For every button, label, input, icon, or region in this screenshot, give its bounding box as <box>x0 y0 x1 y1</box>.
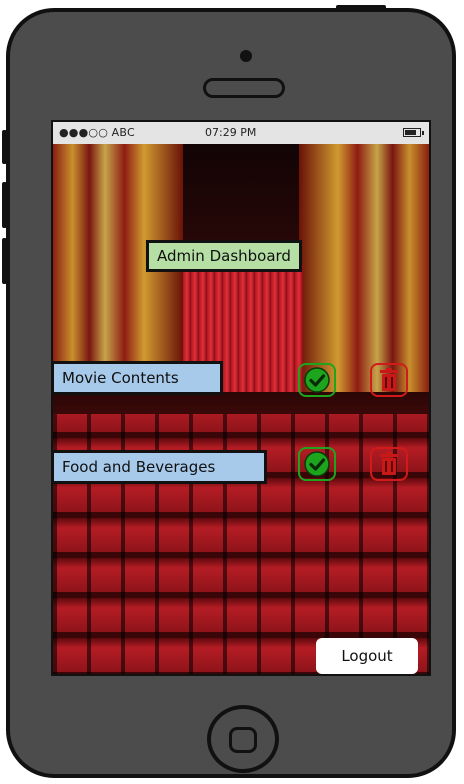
check-circle-icon <box>304 451 330 477</box>
volume-down-button <box>2 238 7 284</box>
delete-movie-contents-button[interactable] <box>370 363 408 397</box>
carrier-signal: ●●●○○ ABC <box>59 126 135 139</box>
home-button[interactable] <box>207 705 279 773</box>
check-circle-icon <box>304 367 330 393</box>
phone-screen: ●●●○○ ABC 07:29 PM <box>51 120 431 676</box>
trash-icon <box>380 452 398 475</box>
earpiece-speaker <box>203 78 285 98</box>
page-title-text: Admin Dashboard <box>157 247 291 265</box>
logout-button[interactable]: Logout <box>316 638 418 674</box>
section-label-text: Movie Contents <box>62 369 179 387</box>
approve-food-and-beverages-button[interactable] <box>298 447 336 481</box>
status-bar: ●●●○○ ABC 07:29 PM <box>53 122 429 145</box>
theater-background-image <box>53 144 429 674</box>
trash-icon <box>380 368 398 391</box>
status-time: 07:29 PM <box>205 126 257 139</box>
delete-food-and-beverages-button[interactable] <box>370 447 408 481</box>
power-button <box>336 5 386 10</box>
home-button-icon <box>229 727 257 753</box>
battery-icon <box>403 128 424 137</box>
approve-movie-contents-button[interactable] <box>298 363 336 397</box>
section-label-movie-contents[interactable]: Movie Contents <box>51 361 223 395</box>
section-label-text: Food and Beverages <box>62 458 216 476</box>
section-label-food-and-beverages[interactable]: Food and Beverages <box>51 450 267 484</box>
page-title: Admin Dashboard <box>146 240 302 272</box>
mute-switch <box>2 130 7 164</box>
camera-dot <box>240 50 252 62</box>
volume-up-button <box>2 182 7 228</box>
